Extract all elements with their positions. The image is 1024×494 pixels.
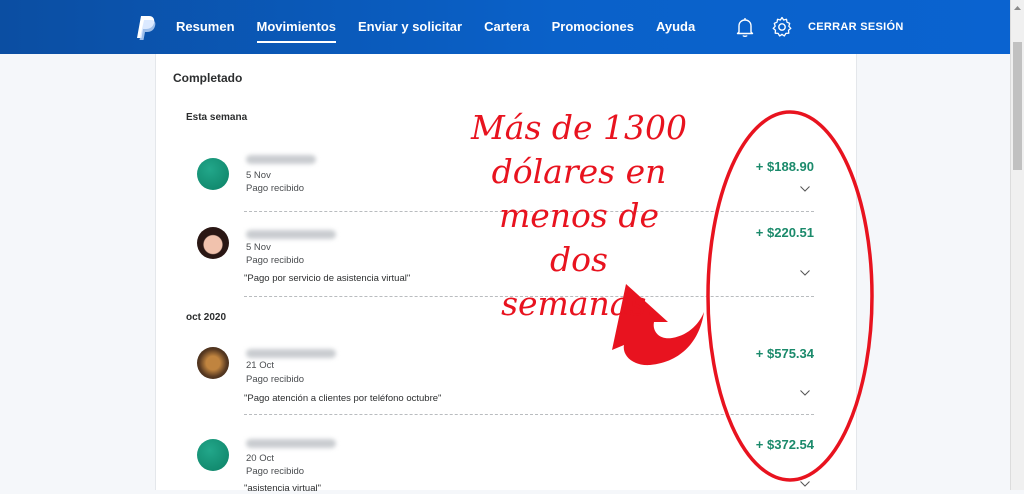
nav-enviar-solicitar[interactable]: Enviar y solicitar (358, 0, 462, 54)
chevron-down-icon[interactable] (800, 390, 810, 396)
transaction-note: "Pago por servicio de asistencia virtual… (244, 273, 411, 284)
group-label-this-week: Esta semana (186, 112, 248, 123)
scrollbar-thumb[interactable] (1013, 42, 1022, 170)
gear-icon[interactable] (770, 15, 794, 39)
annotation-line: dólares en (491, 152, 667, 191)
scrollbar[interactable] (1010, 0, 1024, 490)
transaction-amount: + $188.90 (755, 159, 814, 174)
scroll-up-arrow-icon[interactable] (1011, 2, 1024, 14)
annotation-line: Más de 1300 (470, 108, 687, 147)
sender-name-blurred (246, 155, 316, 164)
transaction-date: 20 Oct (246, 453, 274, 464)
nav-resumen[interactable]: Resumen (176, 0, 235, 54)
nav-movimientos[interactable]: Movimientos (256, 0, 337, 54)
top-nav-bar: Resumen Movimientos Enviar y solicitar C… (0, 0, 1010, 54)
annotation-line: semanas. (501, 284, 657, 323)
transaction-date: 21 Oct (246, 360, 274, 371)
transaction-amount: + $220.51 (755, 225, 814, 240)
transaction-status: Pago recibido (246, 374, 305, 385)
transaction-note: "asistencia virtual" (244, 483, 321, 494)
avatar (197, 439, 229, 471)
annotation-text: Más de 1300 dólares en menos de dos sema… (470, 106, 688, 326)
avatar (197, 227, 229, 259)
main-nav: Resumen Movimientos Enviar y solicitar C… (176, 0, 717, 54)
transaction-row[interactable]: 21 Oct Pago recibido "Pago atención a cl… (156, 344, 856, 414)
group-label-oct-2020: oct 2020 (186, 312, 227, 323)
nav-ayuda[interactable]: Ayuda (656, 0, 695, 54)
transaction-amount: + $575.34 (755, 346, 814, 361)
logout-button[interactable]: CERRAR SESIÓN (808, 0, 904, 54)
sender-name-blurred (246, 230, 336, 239)
paypal-logo[interactable] (134, 15, 156, 41)
transaction-date: 5 Nov (246, 242, 271, 253)
transaction-status: Pago recibido (246, 255, 305, 266)
transaction-status: Pago recibido (246, 466, 305, 477)
avatar (197, 347, 229, 379)
chevron-down-icon[interactable] (800, 186, 810, 192)
chevron-down-icon[interactable] (800, 481, 810, 487)
transaction-status: Pago recibido (246, 183, 305, 194)
annotation-line: menos de dos (498, 196, 660, 279)
section-title: Completado (173, 71, 243, 85)
chevron-down-icon[interactable] (800, 270, 810, 276)
transaction-amount: + $372.54 (755, 437, 814, 452)
transaction-date: 5 Nov (246, 170, 271, 181)
transaction-note: "Pago atención a clientes por teléfono o… (244, 393, 442, 404)
divider (244, 414, 814, 415)
sender-name-blurred (246, 439, 336, 448)
nav-promociones[interactable]: Promociones (552, 0, 634, 54)
nav-cartera[interactable]: Cartera (484, 0, 530, 54)
bell-icon[interactable] (733, 15, 757, 39)
avatar (197, 158, 229, 190)
sender-name-blurred (246, 349, 336, 358)
transaction-row[interactable]: 20 Oct Pago recibido "asistencia virtual… (156, 434, 856, 494)
